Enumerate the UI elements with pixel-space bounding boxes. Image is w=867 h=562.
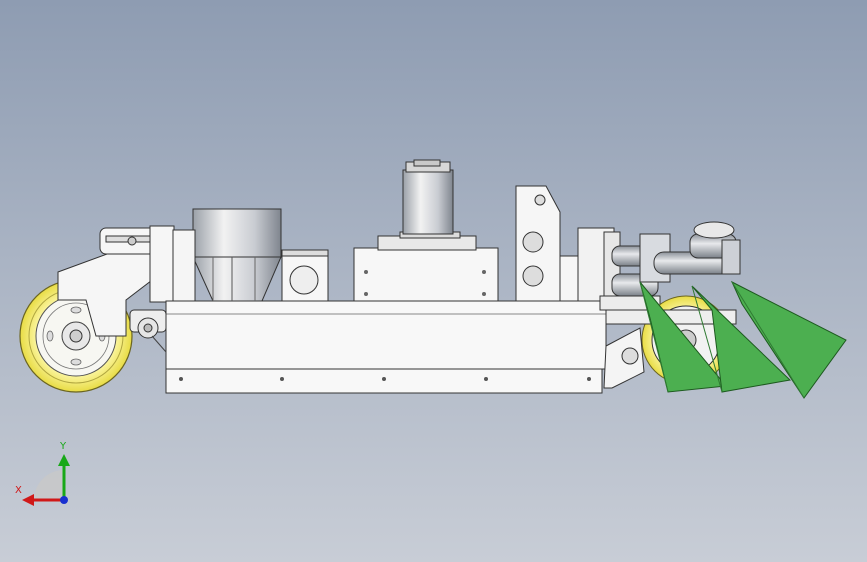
hopper[interactable] <box>172 208 282 302</box>
cad-drawing <box>19 159 847 506</box>
cad-viewport[interactable]: Y X <box>0 0 867 562</box>
chassis-rail-left <box>129 309 167 353</box>
mounting-plate <box>515 185 579 302</box>
bearing-bracket <box>281 249 329 302</box>
axis-label-x: X <box>15 485 22 496</box>
axis-label-y: Y <box>60 441 67 452</box>
coordinate-triad <box>22 454 70 506</box>
chassis-body[interactable] <box>165 300 607 394</box>
motor-gearbox[interactable] <box>353 159 499 302</box>
front-drive-assembly[interactable] <box>577 221 741 311</box>
